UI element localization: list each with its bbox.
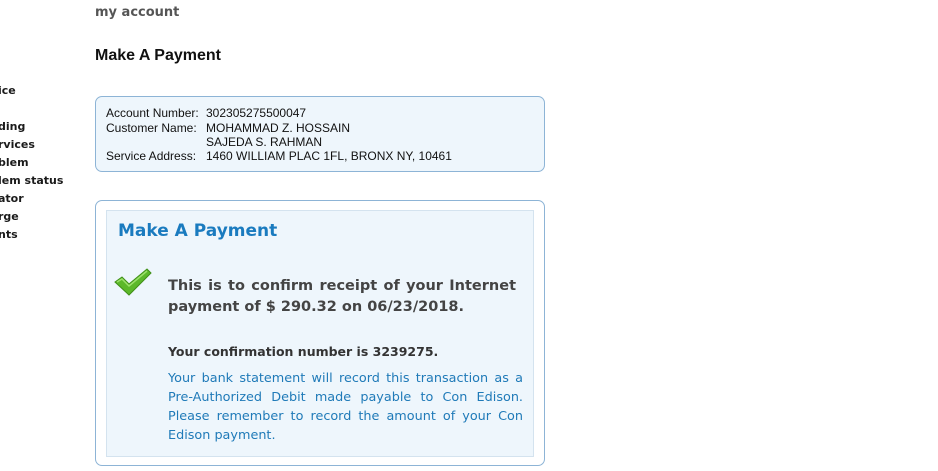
service-address-label: Service Address: <box>106 149 197 163</box>
nav-item-services[interactable]: rvices <box>0 138 35 151</box>
nav-item-charge[interactable]: rge <box>0 210 19 223</box>
nav-item-calculator[interactable]: ator <box>0 192 24 205</box>
account-heading: my account <box>95 5 180 20</box>
account-info-box: Account Number: 302305275500047 Customer… <box>95 96 545 172</box>
confirmation-number: Your confirmation number is 3239275. <box>168 344 439 359</box>
customer-name-secondary: SAJEDA S. RAHMAN <box>206 135 323 149</box>
nav-item-problem[interactable]: blem <box>0 156 29 169</box>
payment-confirmation-panel: Make A Payment This is to confirm receip… <box>106 210 534 457</box>
nav-item-service[interactable]: ice <box>0 84 16 97</box>
service-address-value: 1460 WILLIAM PLAC 1FL, BRONX NY, 10461 <box>206 149 452 163</box>
payment-section-title: Make A Payment <box>118 221 278 241</box>
payment-confirmation-message: This is to confirm receipt of your Inter… <box>168 278 516 315</box>
nav-item-problem-status[interactable]: lem status <box>0 174 63 187</box>
account-number-value: 302305275500047 <box>206 106 307 120</box>
account-number-label: Account Number: <box>106 106 199 120</box>
nav-item-payments[interactable]: nts <box>0 228 18 241</box>
nav-item-reading[interactable]: ding <box>0 120 25 133</box>
check-icon <box>113 267 153 297</box>
customer-name-primary: MOHAMMAD Z. HOSSAIN <box>206 121 351 135</box>
page-title: Make A Payment <box>95 47 221 64</box>
payment-confirmation-box: Make A Payment This is to confirm receip… <box>95 200 545 466</box>
left-nav: ice ding rvices blem lem status ator rge… <box>0 84 70 254</box>
bank-statement-note: Your bank statement will record this tra… <box>168 371 523 443</box>
customer-name-label: Customer Name: <box>106 121 197 135</box>
